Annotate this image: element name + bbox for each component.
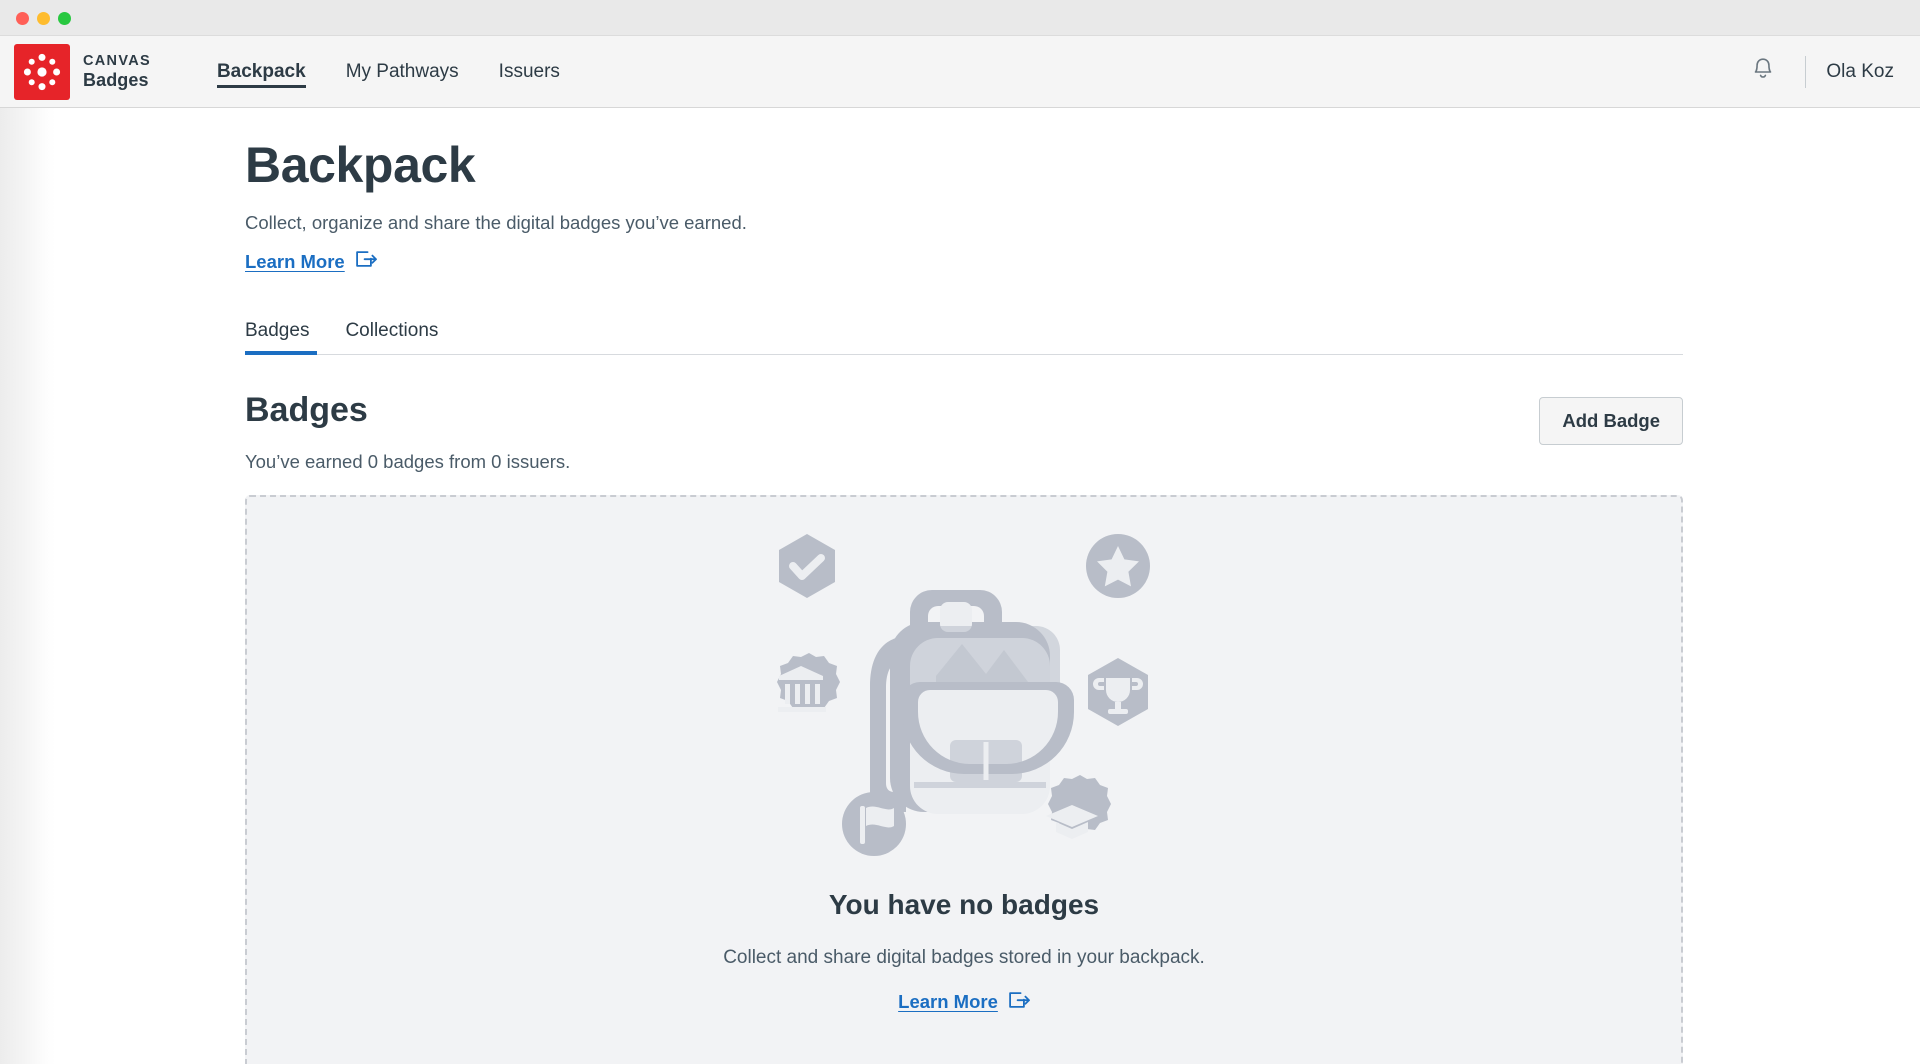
brand-logo[interactable]: CANVAS Badges (14, 43, 151, 100)
empty-state-description: Collect and share digital badges stored … (723, 946, 1205, 968)
learn-more-label: Learn More (245, 250, 345, 272)
header-right-actions: Ola Koz (1741, 50, 1894, 94)
star-circle-badge-icon (1086, 533, 1150, 598)
graduation-cap-rosette-badge-icon (1046, 774, 1111, 839)
header-divider (1805, 55, 1807, 88)
nav-item-my-pathways[interactable]: My Pathways (326, 36, 479, 108)
maximize-window-button[interactable] (58, 12, 71, 25)
external-link-icon (1008, 990, 1030, 1015)
learn-more-label: Learn More (898, 991, 998, 1013)
badges-empty-state: You have no badges Collect and share dig… (245, 494, 1683, 1064)
badges-heading: Badges (245, 391, 368, 429)
backpack-with-badges-illustration (744, 526, 1184, 883)
window-titlebar (0, 0, 1920, 36)
learn-more-link-empty-state[interactable]: Learn More (898, 990, 1030, 1015)
user-menu-button[interactable]: Ola Koz (1826, 61, 1894, 83)
flag-circle-badge-icon (842, 791, 906, 856)
tab-collections[interactable]: Collections (331, 320, 452, 354)
nav-item-backpack[interactable]: Backpack (197, 36, 326, 108)
section-tabs: Badges Collections (245, 310, 1683, 355)
traffic-light-buttons (16, 12, 71, 25)
check-hexagon-badge-icon (779, 533, 835, 598)
brand-wordmark: CANVAS Badges (83, 53, 151, 89)
brand-line-canvas: CANVAS (83, 53, 151, 70)
page-title: Backpack (245, 137, 476, 193)
tab-badges[interactable]: Badges (245, 320, 331, 355)
notifications-button[interactable] (1741, 50, 1785, 94)
nav-item-issuers[interactable]: Issuers (479, 36, 580, 108)
bank-rosette-badge-icon (777, 652, 840, 712)
minimize-window-button[interactable] (37, 12, 50, 25)
browser-window: CANVAS Badges Backpack My Pathways Issue… (0, 0, 1920, 1064)
page-content: Backpack Collect, organize and share the… (0, 108, 1920, 1064)
brand-line-badges: Badges (83, 69, 149, 90)
page-subtitle: Collect, organize and share the digital … (245, 212, 747, 233)
app-header: CANVAS Badges Backpack My Pathways Issue… (0, 36, 1920, 108)
canvas-logo-icon (14, 43, 70, 100)
learn-more-link-top[interactable]: Learn More (245, 249, 377, 274)
close-window-button[interactable] (16, 12, 29, 25)
add-badge-button[interactable]: Add Badge (1539, 397, 1683, 445)
trophy-hexagon-badge-icon (1088, 657, 1148, 726)
empty-state-title: You have no badges (828, 888, 1100, 920)
badges-section-header: Badges You’ve earned 0 badges from 0 iss… (245, 391, 1683, 473)
main-navigation: Backpack My Pathways Issuers (197, 36, 580, 108)
external-link-icon (355, 249, 377, 274)
bell-icon (1751, 56, 1775, 87)
badges-summary: You’ve earned 0 badges from 0 issuers. (245, 450, 571, 472)
